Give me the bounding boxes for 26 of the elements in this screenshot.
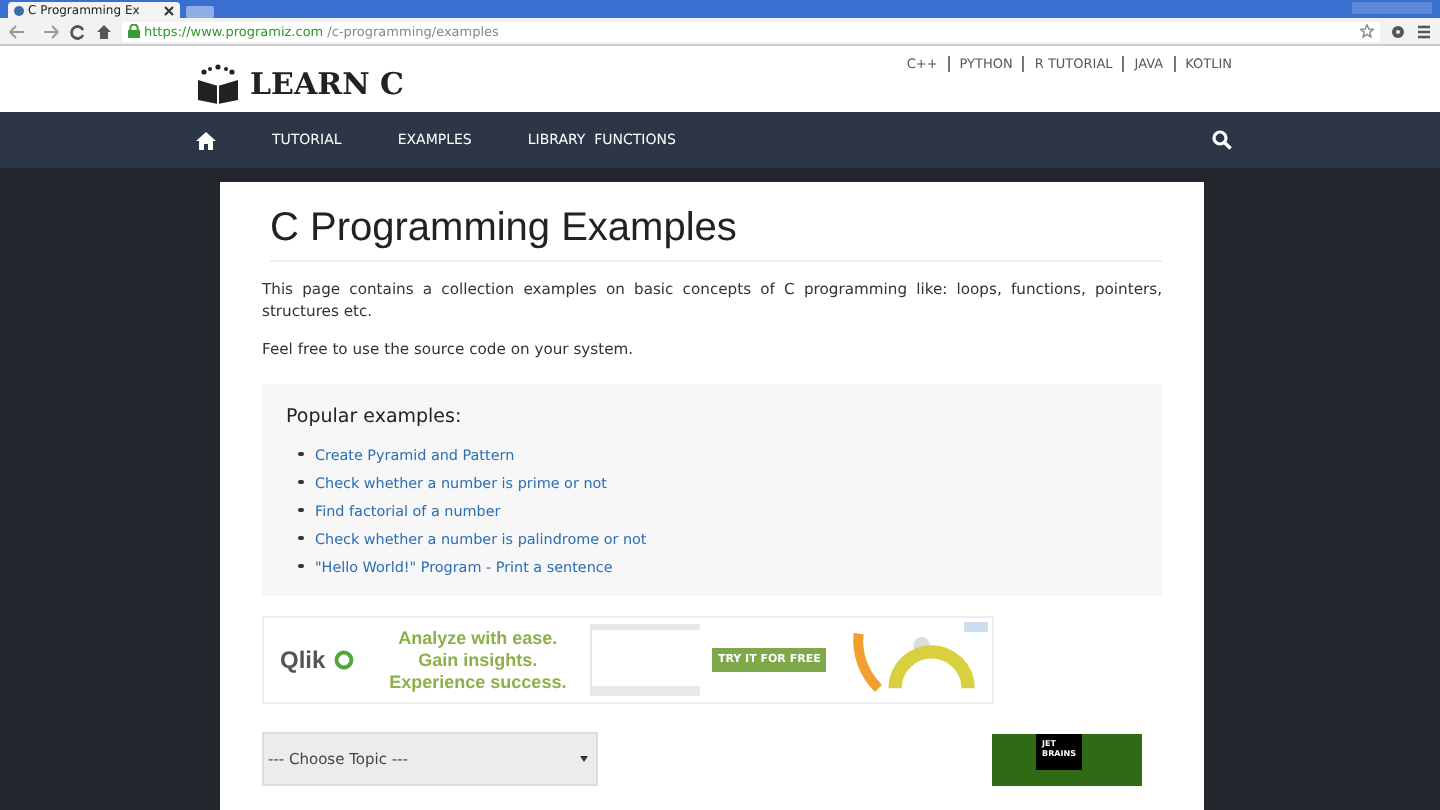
bullet-icon [298, 507, 303, 513]
bullet-icon [298, 479, 303, 485]
page-title: C Programming Examples [270, 206, 1162, 262]
close-icon[interactable] [164, 5, 174, 15]
ad-text: Experience success. [389, 671, 567, 693]
bullet-icon [298, 535, 303, 541]
section-heading: Popular examples: [286, 406, 464, 428]
star-icon[interactable] [1360, 24, 1374, 38]
settings-icon[interactable] [1390, 23, 1406, 39]
caret-icon [580, 756, 588, 762]
bullet-icon [298, 451, 303, 457]
lock-icon [128, 24, 140, 38]
menu-icon[interactable] [1416, 23, 1432, 39]
back-forward-icon[interactable] [8, 23, 60, 39]
site-icon [14, 5, 24, 15]
ad-text: Gain insights. [418, 649, 538, 671]
brand-logo-icon [333, 648, 354, 672]
site-logo[interactable]: LEARN C [250, 65, 404, 101]
book-logo-icon[interactable] [196, 63, 240, 103]
home-icon[interactable] [196, 131, 216, 149]
ad-brand: Qlik [280, 646, 326, 674]
search-icon[interactable] [1212, 130, 1232, 150]
ad-text: Analyze with ease. [398, 627, 558, 649]
bullet-icon [298, 563, 303, 569]
reload-icon[interactable] [70, 23, 86, 39]
home-icon[interactable] [96, 23, 112, 39]
